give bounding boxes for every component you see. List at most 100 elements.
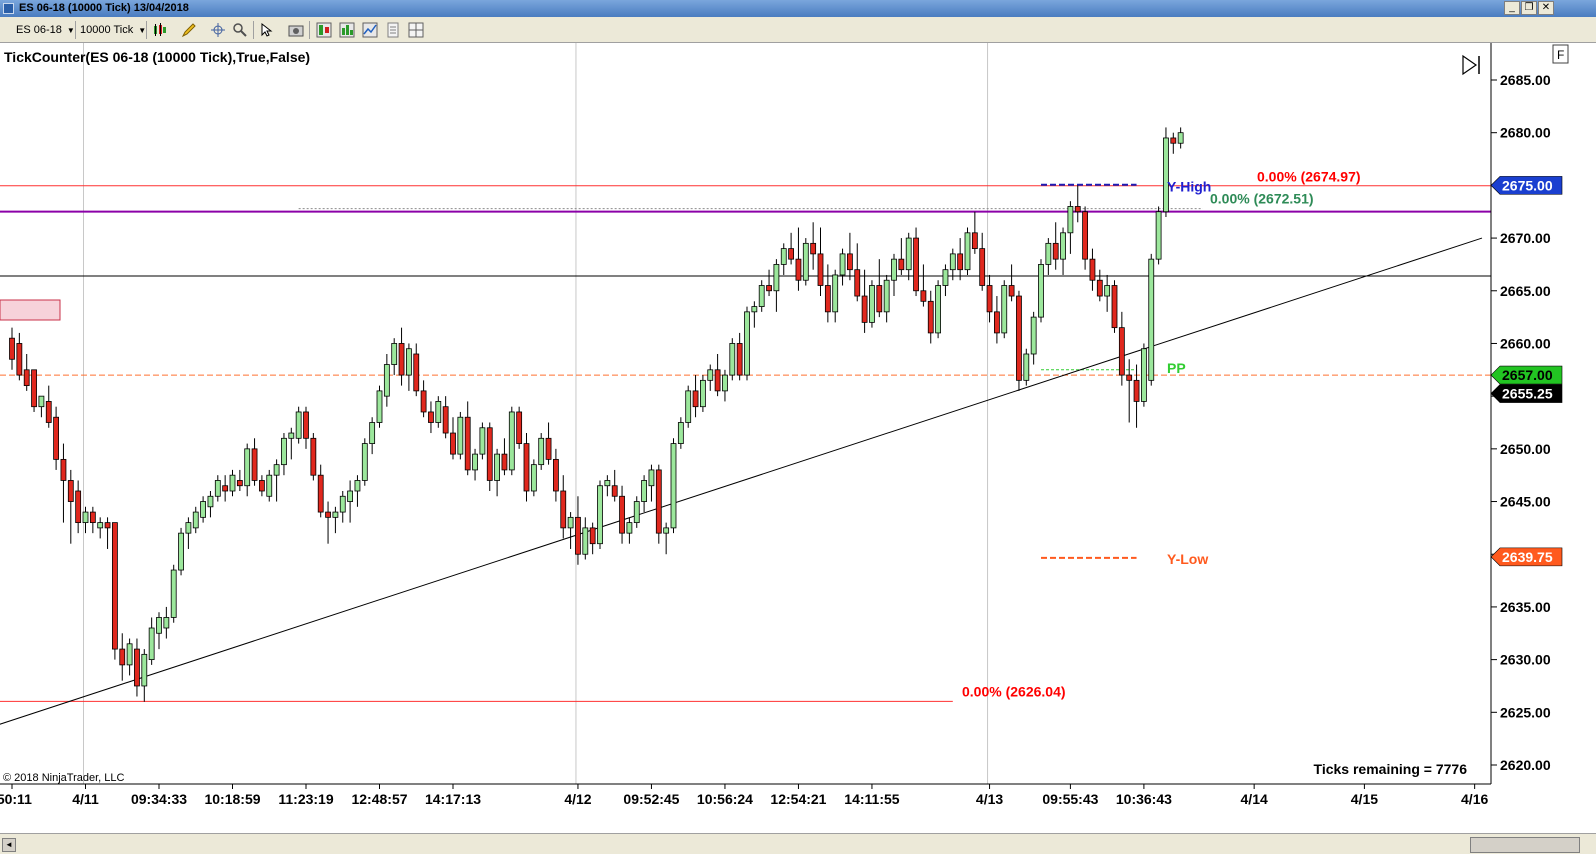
candle-body xyxy=(1060,232,1066,260)
candle-body xyxy=(560,490,567,529)
candle-body xyxy=(236,480,243,487)
candle-body xyxy=(1023,353,1030,381)
zoom-icon[interactable] xyxy=(232,22,248,38)
candle xyxy=(964,227,971,275)
candle-body xyxy=(538,437,545,466)
chart-scroll-end-icon[interactable] xyxy=(1461,53,1481,76)
properties-icon[interactable] xyxy=(385,22,401,38)
candle-body xyxy=(817,253,824,286)
minimize-button[interactable]: _ xyxy=(1504,1,1520,15)
candle-body xyxy=(1001,285,1008,334)
candle-body xyxy=(207,495,214,508)
candle-body xyxy=(1030,316,1037,355)
pencil-draw-icon[interactable] xyxy=(181,22,197,38)
candle-body xyxy=(795,258,802,281)
price-tick-label: 2660.00 xyxy=(1500,335,1551,351)
candle-body xyxy=(1126,374,1133,381)
interval-selector[interactable]: 10000 Tick ▼ xyxy=(80,22,146,38)
candle-body xyxy=(156,617,162,634)
toolbar-divider xyxy=(146,21,147,39)
candle xyxy=(935,280,941,339)
price-chart[interactable]: TickCounter(ES 06-18 (10000 Tick),True,F… xyxy=(0,43,1596,833)
strategies-icon[interactable] xyxy=(362,22,378,38)
candle-body xyxy=(1177,132,1184,144)
candle-body xyxy=(964,232,971,271)
candle-body xyxy=(802,242,809,281)
candle-body xyxy=(383,364,390,397)
candle-body xyxy=(361,443,368,481)
close-button[interactable]: ✕ xyxy=(1538,1,1554,15)
candle-body xyxy=(714,369,721,392)
candlestick-style-icon[interactable] xyxy=(152,22,168,38)
candle-body xyxy=(861,295,868,323)
price-tick-label: 2680.00 xyxy=(1500,125,1551,141)
candle-body xyxy=(935,285,941,334)
candle-body xyxy=(119,648,126,666)
y-low-label: Y-Low xyxy=(1167,551,1208,567)
candle-body xyxy=(1133,379,1140,402)
candle-body xyxy=(339,495,346,513)
panel-toggle-icon: F xyxy=(1557,48,1564,62)
candle-body xyxy=(927,300,934,334)
candle-body xyxy=(442,406,449,434)
candle-body xyxy=(1111,285,1118,329)
candle-body xyxy=(178,532,184,571)
candle xyxy=(376,385,383,428)
candle-body xyxy=(1148,258,1155,381)
scroll-left-icon[interactable]: ◄ xyxy=(2,838,16,852)
candle-body xyxy=(766,285,772,292)
instrument-selector[interactable]: ES 06-18 ▼ xyxy=(16,22,75,38)
price-tick-label: 2685.00 xyxy=(1500,72,1551,88)
candle-body xyxy=(398,343,405,376)
candle-body xyxy=(685,390,692,423)
interval-label: 10000 Tick xyxy=(80,24,134,36)
price-tick-label: 2665.00 xyxy=(1500,283,1551,299)
candle xyxy=(1148,253,1155,386)
candle xyxy=(516,406,523,449)
candle-body xyxy=(758,285,765,307)
candle-body xyxy=(420,390,427,413)
price-tick-label: 2630.00 xyxy=(1500,652,1551,668)
candle-body xyxy=(288,432,295,439)
candle-body xyxy=(611,485,618,497)
candle xyxy=(1163,127,1169,217)
candle xyxy=(1155,206,1162,265)
candle xyxy=(685,385,692,428)
candle-body xyxy=(67,480,74,502)
price-tick-label: 2670.00 xyxy=(1500,230,1551,246)
candle-body xyxy=(920,290,927,302)
price-marker-label: 2657.00 xyxy=(1502,367,1553,383)
candle-body xyxy=(281,437,287,466)
candle-body xyxy=(722,374,728,392)
price-tick-label: 2625.00 xyxy=(1500,704,1551,720)
data-box-icon[interactable] xyxy=(316,22,332,38)
candle xyxy=(1001,280,1008,339)
restore-button[interactable]: ❐ xyxy=(1521,1,1537,15)
candle-body xyxy=(1052,242,1059,260)
candle-body xyxy=(258,480,265,492)
fib-high-label: 0.00% (2674.97) xyxy=(1257,169,1361,185)
indicators-icon[interactable] xyxy=(339,22,355,38)
candle xyxy=(744,306,750,381)
horizontal-scrollbar-thumb[interactable] xyxy=(1470,837,1580,853)
candle-body xyxy=(655,469,662,534)
candle-body xyxy=(883,279,890,313)
time-tick-label: :50:11 xyxy=(0,791,32,807)
chart-toolbar: ES 06-18 ▼ 10000 Tick ▼ xyxy=(0,17,1596,43)
candle xyxy=(523,433,530,502)
candle xyxy=(1111,280,1118,333)
candle-body xyxy=(523,443,530,492)
candle-body xyxy=(1141,348,1147,402)
pointer-icon[interactable] xyxy=(259,22,275,38)
candle-body xyxy=(214,480,221,497)
snapshot-icon[interactable] xyxy=(288,22,304,38)
candle-body xyxy=(582,527,589,555)
candle-body xyxy=(310,437,317,476)
highlight-zone-box[interactable] xyxy=(0,299,61,321)
candle-body xyxy=(648,469,655,487)
candle-body xyxy=(1155,211,1162,260)
app-icon xyxy=(3,3,14,14)
split-panels-icon[interactable] xyxy=(408,22,424,38)
crosshair-icon[interactable] xyxy=(210,22,226,38)
candle-body xyxy=(692,390,699,408)
